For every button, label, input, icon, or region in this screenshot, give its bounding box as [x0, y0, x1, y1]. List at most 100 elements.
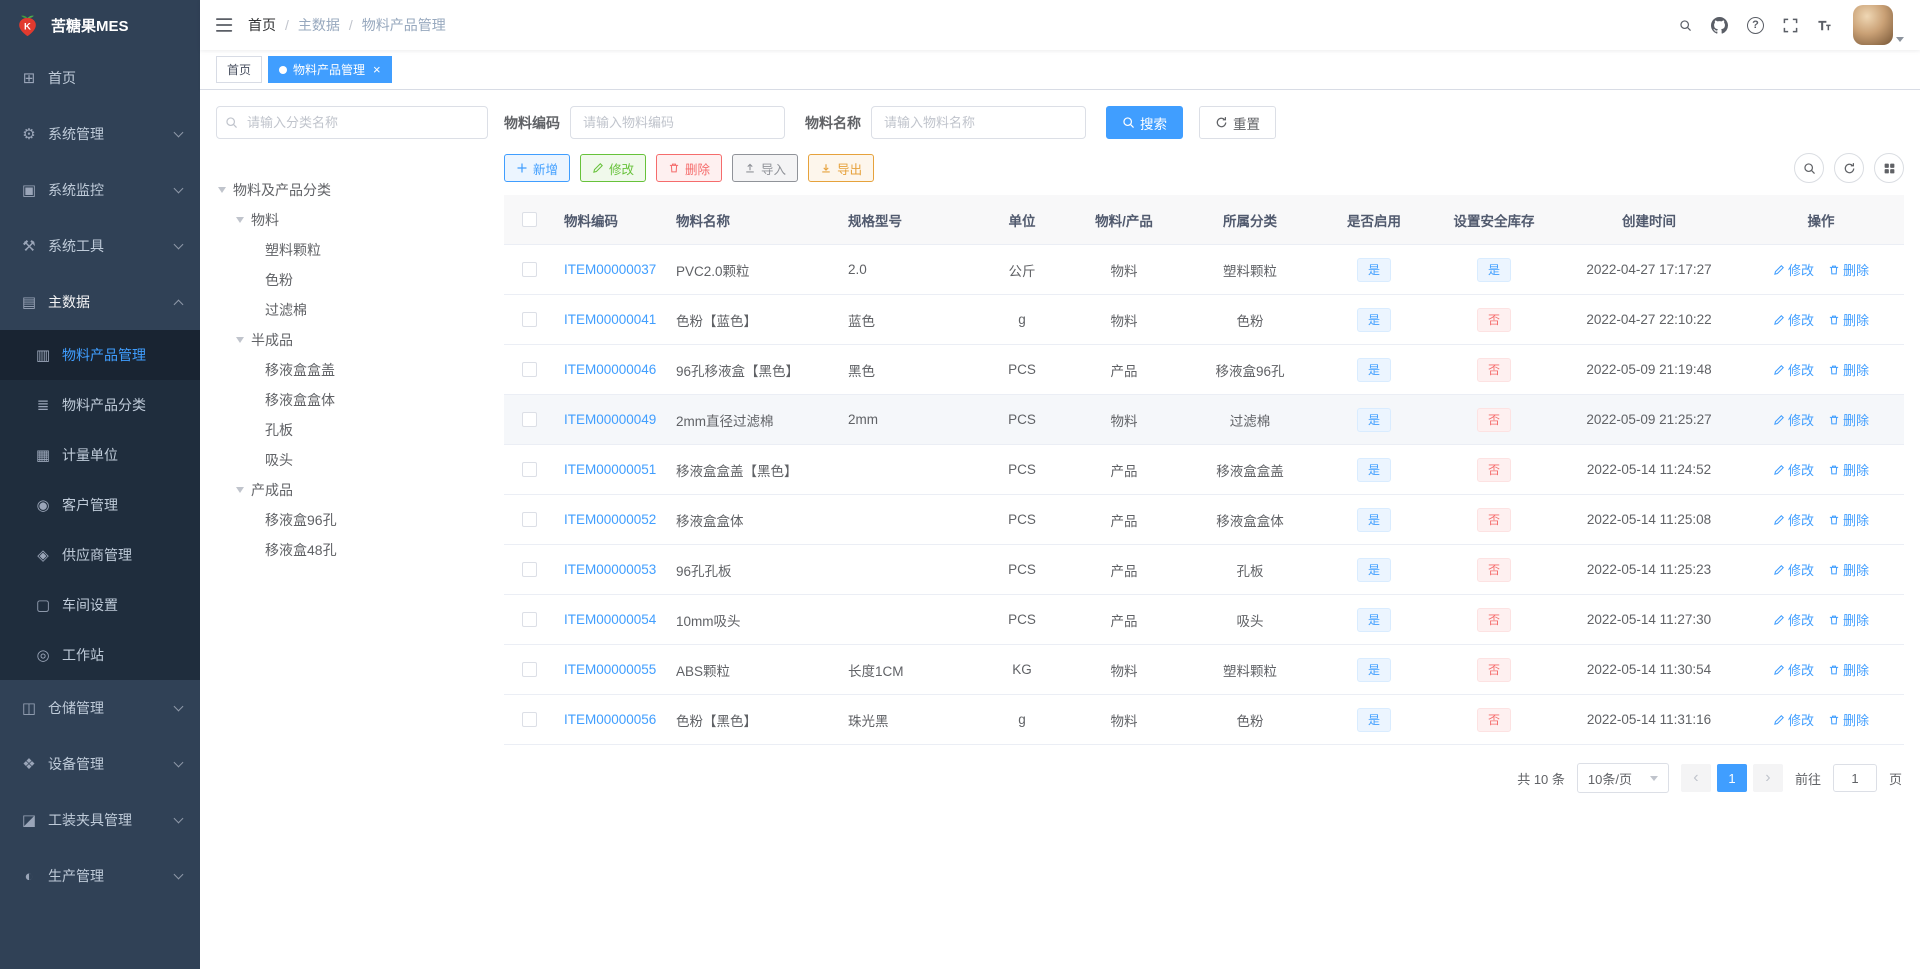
edit-row-link[interactable]: 修改 [1773, 360, 1814, 379]
tree-node[interactable]: 移液盒盒体 [216, 385, 488, 415]
sidebar-item-home[interactable]: ⊞ 首页 [0, 50, 200, 106]
item-code-link[interactable]: ITEM00000053 [564, 562, 656, 577]
tree-node[interactable]: 塑料颗粒 [216, 235, 488, 265]
delete-row-link[interactable]: 删除 [1828, 310, 1869, 329]
refresh-table-button[interactable] [1834, 153, 1864, 183]
goto-page-input[interactable] [1832, 764, 1877, 792]
tree-node[interactable]: 物料及产品分类 [216, 175, 488, 205]
breadcrumb-item[interactable]: 首页 [248, 15, 276, 35]
item-code-link[interactable]: ITEM00000054 [564, 612, 656, 627]
fullscreen-icon[interactable] [1783, 18, 1798, 33]
search-button[interactable]: 搜索 [1106, 106, 1183, 139]
select-all-checkbox[interactable] [521, 212, 537, 227]
font-size-icon[interactable] [1817, 18, 1832, 33]
row-checkbox[interactable] [521, 712, 537, 727]
item-code-link[interactable]: ITEM00000051 [564, 462, 656, 477]
sidebar-subitem-customer-mgmt[interactable]: ◉ 客户管理 [0, 480, 200, 530]
edit-row-link[interactable]: 修改 [1773, 260, 1814, 279]
delete-row-link[interactable]: 删除 [1828, 410, 1869, 429]
app-logo[interactable]: K 苦糖果MES [0, 0, 200, 50]
sidebar-subitem-material-product-mgmt[interactable]: ▥ 物料产品管理 [0, 330, 200, 380]
export-button[interactable]: 导出 [808, 154, 875, 182]
sidebar-subitem-workshop-setting[interactable]: ▢ 车间设置 [0, 580, 200, 630]
edit-row-link[interactable]: 修改 [1773, 460, 1814, 479]
delete-row-link[interactable]: 删除 [1828, 560, 1869, 579]
edit-row-link[interactable]: 修改 [1773, 560, 1814, 579]
delete-row-link[interactable]: 删除 [1828, 460, 1869, 479]
page-size-select[interactable]: 10条/页 [1576, 763, 1669, 793]
item-code-link[interactable]: ITEM00000041 [564, 312, 656, 327]
toggle-search-button[interactable] [1794, 153, 1824, 183]
tree-node[interactable]: 过滤棉 [216, 295, 488, 325]
github-icon[interactable] [1711, 16, 1728, 34]
row-checkbox[interactable] [521, 562, 537, 577]
sidebar-subitem-measure-unit[interactable]: ▦ 计量单位 [0, 430, 200, 480]
prev-page-button[interactable]: ‹ [1680, 764, 1711, 792]
row-checkbox[interactable] [521, 362, 537, 377]
tab-home[interactable]: 首页 [216, 56, 263, 83]
delete-row-link[interactable]: 删除 [1828, 660, 1869, 679]
row-checkbox[interactable] [521, 462, 537, 477]
add-button[interactable]: 新增 [504, 154, 571, 182]
item-name-input[interactable] [871, 106, 1086, 139]
tree-node[interactable]: 移液盒盒盖 [216, 355, 488, 385]
tree-node[interactable]: 孔板 [216, 415, 488, 445]
item-code-link[interactable]: ITEM00000052 [564, 512, 656, 527]
delete-row-link[interactable]: 删除 [1828, 260, 1869, 279]
tree-node[interactable]: 色粉 [216, 265, 488, 295]
row-checkbox[interactable] [521, 512, 537, 527]
item-code-link[interactable]: ITEM00000049 [564, 412, 656, 427]
item-code-link[interactable]: ITEM00000037 [564, 262, 656, 277]
breadcrumb-item[interactable]: 主数据 [298, 15, 340, 35]
hamburger-icon[interactable] [216, 17, 234, 33]
sidebar-item-fixture-mgmt[interactable]: ◪ 工装夹具管理 [0, 792, 200, 848]
header-search-icon[interactable] [1679, 19, 1692, 32]
sidebar-item-system-admin[interactable]: ⚙ 系统管理 [0, 106, 200, 162]
sidebar-item-master-data[interactable]: ▤ 主数据 [0, 274, 200, 330]
row-checkbox[interactable] [521, 312, 537, 327]
reset-button[interactable]: 重置 [1199, 106, 1276, 139]
edit-row-link[interactable]: 修改 [1773, 410, 1814, 429]
import-button[interactable]: 导入 [732, 154, 799, 182]
tree-node[interactable]: 移液盒96孔 [216, 505, 488, 535]
edit-row-link[interactable]: 修改 [1773, 660, 1814, 679]
tree-node[interactable]: 吸头 [216, 445, 488, 475]
delete-row-link[interactable]: 删除 [1828, 710, 1869, 729]
edit-row-link[interactable]: 修改 [1773, 510, 1814, 529]
sidebar-item-system-tools[interactable]: ⚒ 系统工具 [0, 218, 200, 274]
close-icon[interactable]: × [373, 63, 381, 76]
item-code-link[interactable]: ITEM00000055 [564, 662, 656, 677]
breadcrumb-item[interactable]: 物料产品管理 [362, 15, 446, 35]
delete-button[interactable]: 删除 [656, 154, 723, 182]
row-checkbox[interactable] [521, 612, 537, 627]
row-checkbox[interactable] [521, 412, 537, 427]
sidebar-item-system-monitor[interactable]: ▣ 系统监控 [0, 162, 200, 218]
item-code-link[interactable]: ITEM00000046 [564, 362, 656, 377]
row-checkbox[interactable] [521, 262, 537, 277]
sidebar-item-production-mgmt[interactable]: ◐ 生产管理 [0, 848, 200, 904]
edit-row-link[interactable]: 修改 [1773, 610, 1814, 629]
tree-node[interactable]: 移液盒48孔 [216, 535, 488, 565]
page-1-button[interactable]: 1 [1716, 764, 1747, 792]
edit-row-link[interactable]: 修改 [1773, 310, 1814, 329]
sidebar-item-device-mgmt[interactable]: ❖ 设备管理 [0, 736, 200, 792]
sidebar-subitem-material-product-category[interactable]: ≣ 物料产品分类 [0, 380, 200, 430]
tree-node[interactable]: 物料 [216, 205, 488, 235]
sidebar-item-warehouse-mgmt[interactable]: ◫ 仓储管理 [0, 680, 200, 736]
delete-row-link[interactable]: 删除 [1828, 610, 1869, 629]
item-code-input[interactable] [570, 106, 785, 139]
column-settings-button[interactable] [1874, 153, 1904, 183]
sidebar-subitem-workstation[interactable]: ◎ 工作站 [0, 630, 200, 680]
category-search-input[interactable] [216, 106, 488, 139]
delete-row-link[interactable]: 删除 [1828, 360, 1869, 379]
delete-row-link[interactable]: 删除 [1828, 510, 1869, 529]
sidebar-subitem-supplier-mgmt[interactable]: ◈ 供应商管理 [0, 530, 200, 580]
edit-row-link[interactable]: 修改 [1773, 710, 1814, 729]
next-page-button[interactable]: › [1752, 764, 1783, 792]
edit-button[interactable]: 修改 [580, 154, 647, 182]
user-avatar[interactable] [1853, 5, 1904, 45]
item-code-link[interactable]: ITEM00000056 [564, 712, 656, 727]
tree-node[interactable]: 产成品 [216, 475, 488, 505]
row-checkbox[interactable] [521, 662, 537, 677]
tree-node[interactable]: 半成品 [216, 325, 488, 355]
